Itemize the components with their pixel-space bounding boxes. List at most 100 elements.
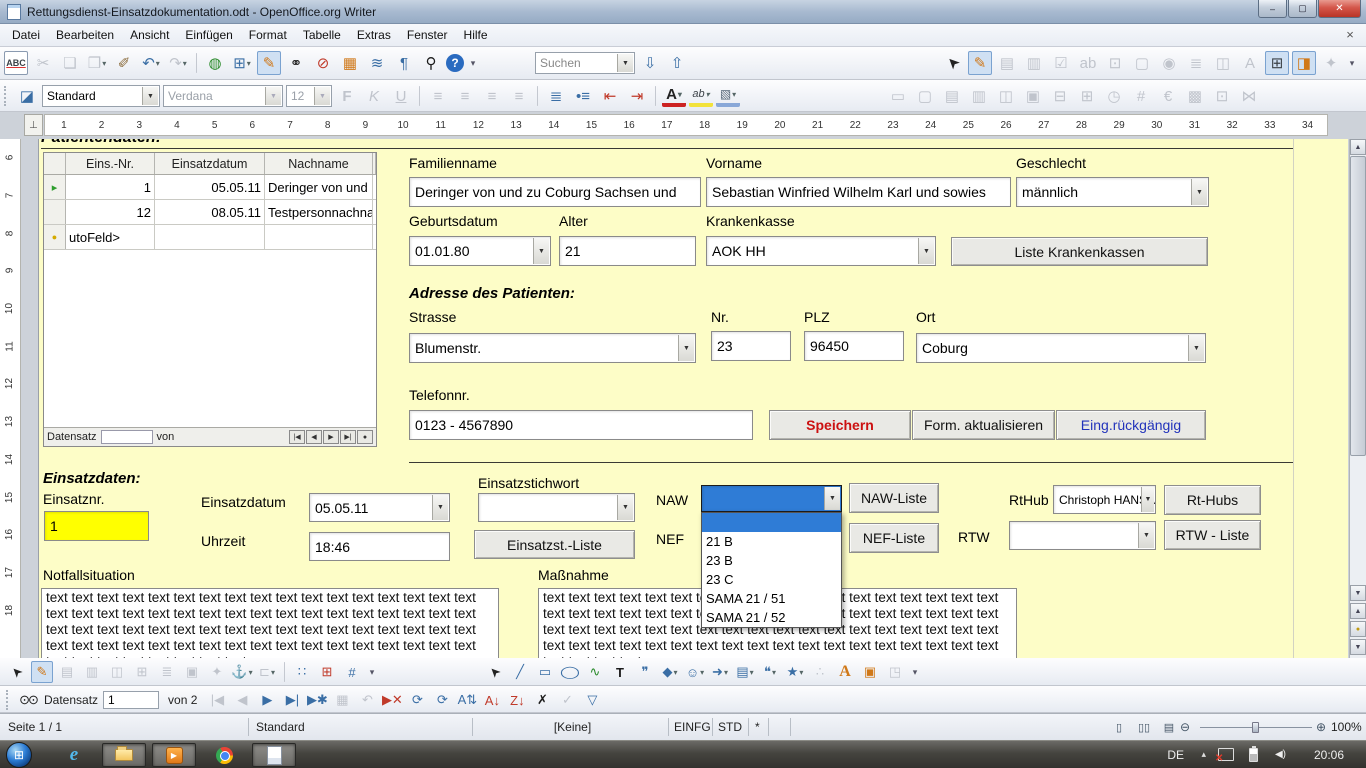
search-input[interactable]: Suchen ▼ xyxy=(535,52,635,74)
fontwork-gallery-icon[interactable]: A xyxy=(834,661,856,683)
chevron-down-icon[interactable]: ▼ xyxy=(265,87,281,105)
align-right-icon[interactable]: ≡ xyxy=(480,84,504,108)
select-icon[interactable]: ➤ xyxy=(936,46,970,80)
toolbar-grip[interactable] xyxy=(6,690,10,710)
grid-corner[interactable] xyxy=(44,153,66,174)
scrollbar-thumb[interactable] xyxy=(1350,156,1366,456)
previous-page-icon[interactable]: ▲ xyxy=(1350,603,1366,619)
writer-document-icon[interactable] xyxy=(7,4,21,20)
decrease-indent-icon[interactable]: ⇤ xyxy=(598,84,622,108)
numeric-field-icon[interactable]: # xyxy=(1129,84,1153,108)
currency-field-icon[interactable]: € xyxy=(1156,84,1180,108)
hyperlink-icon[interactable]: ◍ xyxy=(203,51,227,75)
strasse-select[interactable]: Blumenstr. ▼ xyxy=(409,333,696,363)
battery-icon[interactable] xyxy=(1249,741,1258,768)
background-color-icon[interactable]: ▧ xyxy=(716,86,740,107)
callouts-icon[interactable]: ❝ xyxy=(759,661,781,683)
taskbar-explorer-button[interactable] xyxy=(102,743,146,767)
symbol-shapes-icon[interactable]: ☺ xyxy=(684,661,706,683)
grid-row-new[interactable]: ● utoFeld> xyxy=(44,225,376,250)
basic-shapes-icon[interactable]: ◆ xyxy=(659,661,681,683)
toolbar-overflow-icon[interactable]: ▾ xyxy=(909,661,921,683)
language-indicator[interactable]: [Keine] xyxy=(480,714,665,740)
gallery-icon[interactable]: ▦ xyxy=(338,51,362,75)
zoom-out-icon[interactable]: ⊖ xyxy=(1180,714,1190,740)
menu-item[interactable]: Hilfe xyxy=(456,25,496,45)
menu-item[interactable]: Fenster xyxy=(399,25,456,45)
format-paintbrush-icon[interactable]: ✐ xyxy=(112,51,136,75)
flowchart-icon[interactable]: ▤ xyxy=(734,661,756,683)
chevron-down-icon[interactable]: ▼ xyxy=(432,495,448,520)
grid-header-eins-nr[interactable]: Eins.-Nr. xyxy=(66,153,155,174)
table-icon[interactable]: ⊞ xyxy=(230,51,254,75)
find-replace-icon[interactable]: ⚭ xyxy=(284,51,308,75)
next-page-icon[interactable]: ▼ xyxy=(1350,639,1366,655)
liste-krankenkassen-button[interactable]: Liste Krankenkassen xyxy=(951,237,1208,266)
combo-box-control-icon[interactable]: ◫ xyxy=(994,84,1018,108)
date-field-icon[interactable]: ◷ xyxy=(1102,84,1126,108)
last-record-icon[interactable]: ▶| xyxy=(281,689,303,711)
naw-option-21-b[interactable]: 21 B xyxy=(702,532,841,551)
chevron-down-icon[interactable]: ▼ xyxy=(678,335,694,361)
toolbar-overflow-icon[interactable]: ▾ xyxy=(366,661,378,683)
grid-header-einsatzdatum[interactable]: Einsatzdatum xyxy=(155,153,265,174)
naw-option-sama-21-52[interactable]: SAMA 21 / 52 xyxy=(702,608,841,627)
anchor-icon[interactable]: ⚓ xyxy=(231,661,253,683)
page-style-indicator[interactable]: Standard xyxy=(256,714,305,740)
justify-icon[interactable]: ≡ xyxy=(507,84,531,108)
clock[interactable]: 20:06 xyxy=(1314,741,1344,768)
minimize-button[interactable]: – xyxy=(1258,0,1287,18)
menu-item[interactable]: Bearbeiten xyxy=(48,25,122,45)
design-mode-icon[interactable]: ✎ xyxy=(968,51,992,75)
add-field-icon[interactable]: ⊞ xyxy=(131,661,153,683)
grid-row[interactable]: ▸ 1 05.05.11 Deringer von und xyxy=(44,175,376,200)
selection-mode-indicator[interactable]: STD xyxy=(718,714,742,740)
page-indicator[interactable]: Seite 1 / 1 xyxy=(8,714,62,740)
rt-hubs-button[interactable]: Rt-Hubs xyxy=(1164,485,1261,515)
font-size-select[interactable]: 12 ▼ xyxy=(286,85,332,107)
nef-liste-button[interactable]: NEF-Liste xyxy=(849,523,939,553)
toolbar-overflow-icon[interactable]: ▾ xyxy=(1346,51,1358,75)
zoom-slider-thumb[interactable] xyxy=(1252,722,1259,733)
autospellcheck-icon[interactable]: ABC xyxy=(4,51,28,75)
stars-icon[interactable]: ★ xyxy=(784,661,806,683)
ort-select[interactable]: Coburg ▼ xyxy=(916,333,1206,363)
grid-cell-datum[interactable]: 08.05.11 xyxy=(155,200,265,224)
form-navigator-icon[interactable]: ◫ xyxy=(106,661,128,683)
chevron-down-icon[interactable]: ▼ xyxy=(533,238,549,264)
grid-cell-nr[interactable]: 1 xyxy=(66,175,155,199)
numbered-list-icon[interactable]: ≣ xyxy=(544,84,568,108)
chevron-down-icon[interactable]: ▼ xyxy=(1188,335,1204,361)
bullet-list-icon[interactable]: •≡ xyxy=(571,84,595,108)
points-icon[interactable]: ∴ xyxy=(809,661,831,683)
underline-icon[interactable]: U xyxy=(389,84,413,108)
taskbar-media-button[interactable]: ▶ xyxy=(152,743,196,767)
form-design-icon[interactable]: ✎ xyxy=(257,51,281,75)
next-record-icon[interactable]: ▶ xyxy=(256,689,278,711)
grid-cell-name[interactable] xyxy=(265,225,373,249)
zoom-in-icon[interactable]: ⊕ xyxy=(1316,714,1326,740)
check-box-icon[interactable]: ☑ xyxy=(1049,51,1073,75)
grid-new-record-icon[interactable]: ● xyxy=(357,430,373,444)
pattern-field-icon[interactable]: ▩ xyxy=(1183,84,1207,108)
naw-option-blank[interactable] xyxy=(702,513,841,532)
maximize-button[interactable]: ▢ xyxy=(1288,0,1317,18)
label-control-icon[interactable]: ▭ xyxy=(886,84,910,108)
line-icon[interactable]: ╱ xyxy=(509,661,531,683)
design-mode-icon[interactable]: ✎ xyxy=(31,661,53,683)
snap-to-grid-icon[interactable]: ⊞ xyxy=(316,661,338,683)
grid-row[interactable]: 12 08.05.11 Testpersonnachname xyxy=(44,200,376,225)
text-box-control-icon[interactable]: ▤ xyxy=(940,84,964,108)
push-button-icon[interactable]: ▢ xyxy=(1130,51,1154,75)
previous-record-icon[interactable]: ◀ xyxy=(231,689,253,711)
refresh-control-icon[interactable]: ⟳ xyxy=(431,689,453,711)
text-box-icon[interactable]: ab xyxy=(1076,51,1100,75)
multi-page-view-icon[interactable]: ▯▯ xyxy=(1133,716,1155,738)
block-arrows-icon[interactable]: ➜ xyxy=(709,661,731,683)
list-box-control-icon[interactable]: ▥ xyxy=(967,84,991,108)
form-design-window-icon[interactable]: ◨ xyxy=(1292,51,1316,75)
sort-ascending-icon[interactable]: A↓ xyxy=(481,689,503,711)
grid-cell-nr[interactable]: 12 xyxy=(66,200,155,224)
scroll-down-icon[interactable]: ▼ xyxy=(1350,585,1366,601)
alignment-icon[interactable]: ⊏ xyxy=(256,661,278,683)
